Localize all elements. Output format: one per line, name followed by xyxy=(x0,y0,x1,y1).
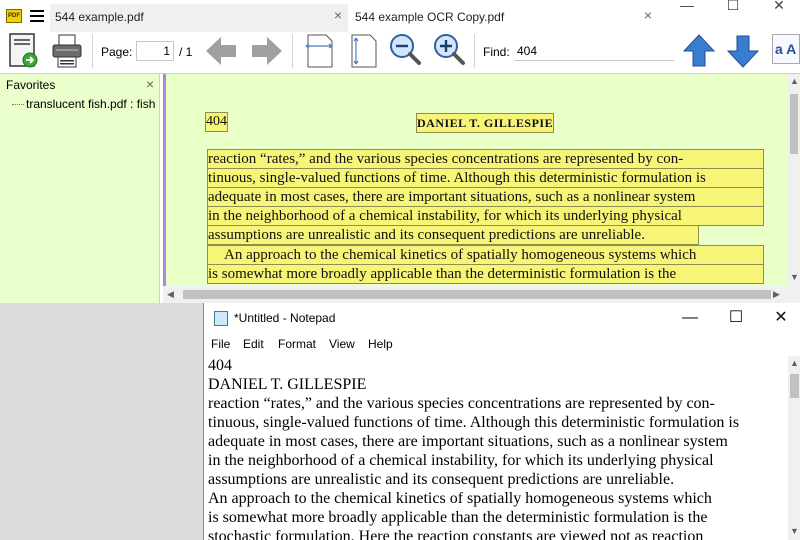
next-page-icon[interactable] xyxy=(250,32,284,70)
find-previous-icon[interactable] xyxy=(682,32,716,70)
text-line: An approach to the chemical kinetics of … xyxy=(208,490,712,507)
text-line: 404 xyxy=(208,357,232,374)
text-line: reaction “rates,” and the various specie… xyxy=(208,395,715,412)
scroll-down-icon[interactable]: ▼ xyxy=(790,526,799,536)
open-file-icon[interactable] xyxy=(6,32,40,70)
find-input[interactable] xyxy=(514,41,674,61)
notepad-text-area[interactable]: 404 DANIEL T. GILLESPIE reaction “rates,… xyxy=(208,356,786,540)
match-case-icon[interactable]: a A xyxy=(772,34,800,64)
hamburger-menu-icon[interactable] xyxy=(30,10,44,22)
page-total: / 1 xyxy=(179,45,193,59)
menu-edit[interactable]: Edit xyxy=(243,337,264,351)
document-horizontal-scrollbar[interactable]: ◀ ▶ xyxy=(163,286,800,303)
pdf-viewer-window: PDF 544 example.pdf × 544 example OCR Co… xyxy=(0,0,800,303)
text-line: in the neighborhood of a chemical instab… xyxy=(207,206,764,226)
find-next-icon[interactable] xyxy=(726,32,760,70)
app-logo-icon[interactable]: PDF xyxy=(6,9,22,23)
text-line: adequate in most cases, there are import… xyxy=(208,433,728,450)
notepad-title-bar[interactable]: *Untitled - Notepad — ☐ ✕ xyxy=(204,303,800,334)
toolbar: Page: / 1 xyxy=(0,32,800,74)
running-head-highlight: DANIEL T. GILLESPIE xyxy=(415,113,555,133)
page-number-input[interactable] xyxy=(136,41,174,61)
menu-format[interactable]: Format xyxy=(278,337,316,351)
notepad-window: *Untitled - Notepad — ☐ ✕ File Edit Form… xyxy=(203,303,800,540)
menu-view[interactable]: View xyxy=(329,337,355,351)
notepad-vertical-scrollbar[interactable]: ▲ ▼ xyxy=(788,356,800,540)
zoom-in-icon[interactable] xyxy=(432,32,466,70)
scroll-left-icon[interactable]: ◀ xyxy=(167,289,174,300)
text-line: in the neighborhood of a chemical instab… xyxy=(208,452,714,469)
favorites-close-icon[interactable]: × xyxy=(146,76,154,92)
minimize-button[interactable]: — xyxy=(670,307,710,329)
text-line: assumptions are unrealistic and its cons… xyxy=(207,225,699,245)
notepad-title: *Untitled - Notepad xyxy=(234,311,336,325)
favorite-item[interactable]: translucent fish.pdf : fish xyxy=(12,97,155,111)
previous-page-icon[interactable] xyxy=(204,32,238,70)
tab-544-example-ocr-copy[interactable]: 544 example OCR Copy.pdf × xyxy=(350,4,658,32)
tab-544-example[interactable]: 544 example.pdf × xyxy=(50,4,348,32)
maximize-button[interactable]: ☐ xyxy=(716,307,756,329)
notepad-menu-bar: File Edit Format View Help xyxy=(204,334,800,356)
favorites-panel: Favorites × translucent fish.pdf : fish xyxy=(0,74,160,303)
tab-label: 544 example.pdf xyxy=(55,10,144,24)
minimize-button[interactable]: — xyxy=(664,0,710,12)
text-line: reaction “rates,” and the various specie… xyxy=(207,149,764,169)
find-label: Find: xyxy=(483,45,510,59)
notepad-icon xyxy=(214,311,228,326)
scroll-up-icon[interactable]: ▲ xyxy=(790,358,799,368)
text-line: An approach to the chemical kinetics of … xyxy=(207,245,764,265)
tab-bar: PDF 544 example.pdf × 544 example OCR Co… xyxy=(0,0,800,32)
page-label: Page: xyxy=(101,45,133,59)
text-line: is somewhat more broadly applicable than… xyxy=(207,264,764,284)
fit-page-icon[interactable] xyxy=(346,32,380,70)
close-button[interactable]: ✕ xyxy=(761,307,800,329)
menu-file[interactable]: File xyxy=(211,337,230,351)
fit-width-icon[interactable] xyxy=(302,32,336,70)
tab-close-icon[interactable]: × xyxy=(644,7,652,23)
page-number-highlight: 404 xyxy=(205,112,228,132)
scrollbar-thumb[interactable] xyxy=(183,290,771,299)
close-button[interactable]: ✕ xyxy=(756,0,800,12)
text-line: DANIEL T. GILLESPIE xyxy=(208,376,367,393)
text-line: stochastic formulation. Here the reactio… xyxy=(208,528,704,540)
text-line: is somewhat more broadly applicable than… xyxy=(208,509,708,526)
favorites-title: Favorites xyxy=(6,78,56,92)
scrollbar-thumb[interactable] xyxy=(790,374,799,398)
document-view[interactable]: 404 DANIEL T. GILLESPIE reaction “rates,… xyxy=(163,74,788,286)
zoom-out-icon[interactable] xyxy=(388,32,422,70)
document-vertical-scrollbar[interactable]: ▲ ▼ xyxy=(788,74,800,286)
tab-close-icon[interactable]: × xyxy=(334,7,342,23)
tab-label: 544 example OCR Copy.pdf xyxy=(355,10,505,24)
print-icon[interactable] xyxy=(50,32,84,70)
scroll-right-icon[interactable]: ▶ xyxy=(773,289,780,300)
scroll-down-icon[interactable]: ▼ xyxy=(790,272,799,282)
text-line: assumptions are unrealistic and its cons… xyxy=(208,471,675,488)
text-line: tinuous, single-valued functions of time… xyxy=(207,168,764,188)
scrollbar-thumb[interactable] xyxy=(790,94,798,154)
text-line: adequate in most cases, there are import… xyxy=(207,187,764,207)
scroll-up-icon[interactable]: ▲ xyxy=(790,76,799,86)
menu-help[interactable]: Help xyxy=(368,337,393,351)
text-line: tinuous, single-valued functions of time… xyxy=(208,414,740,431)
maximize-button[interactable]: ☐ xyxy=(710,0,756,12)
